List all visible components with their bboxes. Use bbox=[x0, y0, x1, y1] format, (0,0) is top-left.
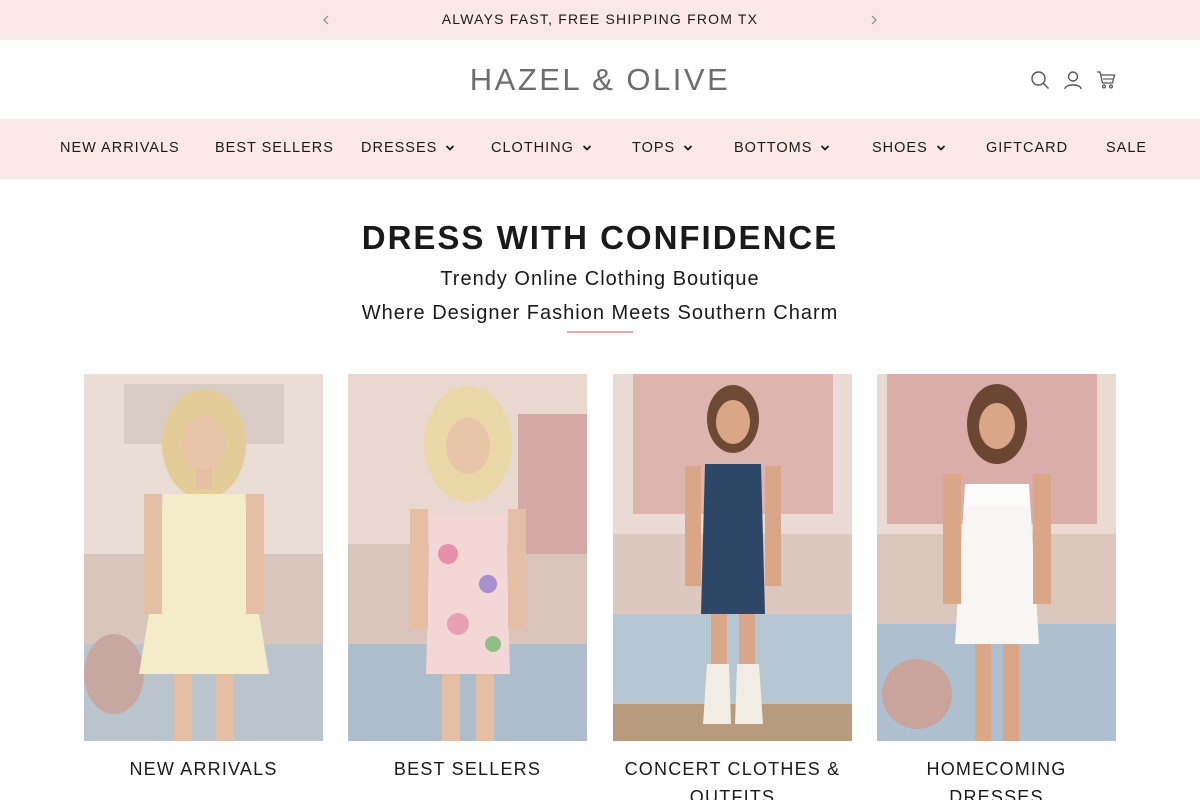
chevron-down-icon bbox=[582, 145, 592, 151]
chevron-down-icon bbox=[684, 145, 693, 151]
nav-item-label: NEW ARRIVALS bbox=[60, 140, 180, 156]
collection-card-homecoming-dresses[interactable]: HOMECOMING DRESSES bbox=[877, 374, 1116, 800]
account-button[interactable] bbox=[1062, 69, 1084, 91]
nav-item-label: BEST SELLERS bbox=[215, 140, 334, 156]
nav-item-new-arrivals[interactable]: NEW ARRIVALS bbox=[60, 140, 180, 156]
search-icon bbox=[1031, 71, 1049, 89]
hero-divider bbox=[567, 331, 633, 333]
hero-title: DRESS WITH CONFIDENCE bbox=[361, 219, 839, 256]
site-logo[interactable]: HAZEL & OLIVE bbox=[0, 62, 1200, 98]
account-icon bbox=[1064, 71, 1082, 90]
nav-item-label: BOTTOMS bbox=[734, 140, 813, 156]
chevron-down-icon bbox=[821, 145, 830, 151]
nav-item-label: TOPS bbox=[632, 140, 676, 156]
collection-card-concert-clothes[interactable]: CONCERT CLOTHES & OUTFITS bbox=[613, 374, 852, 800]
cart-button[interactable] bbox=[1095, 69, 1117, 91]
collection-image[interactable] bbox=[613, 374, 852, 741]
collection-card-best-sellers[interactable]: BEST SELLERS bbox=[348, 374, 587, 783]
nav-item-best-sellers[interactable]: BEST SELLERS bbox=[215, 140, 334, 156]
cart-icon bbox=[1097, 71, 1116, 89]
nav-item-shoes[interactable]: SHOES bbox=[872, 140, 946, 156]
nav-item-label: GIFTCARD bbox=[986, 140, 1069, 156]
hero-subtitle-line2: Where Designer Fashion Meets Southern Ch… bbox=[361, 302, 839, 324]
announcement-text: ALWAYS FAST, FREE SHIPPING FROM TX bbox=[441, 11, 759, 27]
announcement-next-button[interactable] bbox=[864, 9, 884, 31]
collection-image[interactable] bbox=[877, 374, 1116, 741]
chevron-down-icon bbox=[446, 145, 455, 151]
collection-image[interactable] bbox=[84, 374, 323, 741]
chevron-down-icon bbox=[936, 145, 945, 151]
nav-item-clothing[interactable]: CLOTHING bbox=[491, 140, 592, 156]
nav-item-label: CLOTHING bbox=[491, 140, 574, 156]
hero-subtitle-line1: Trendy Online Clothing Boutique bbox=[440, 268, 760, 290]
main-nav: NEW ARRIVALS BEST SELLERS DRESSES CLOTHI… bbox=[0, 119, 1200, 179]
nav-item-giftcard[interactable]: GIFTCARD bbox=[986, 140, 1068, 156]
site-header: HAZEL & OLIVE bbox=[0, 40, 1200, 119]
collection-label[interactable]: CONCERT CLOTHES & OUTFITS bbox=[613, 755, 852, 800]
collection-image[interactable] bbox=[348, 374, 587, 741]
nav-item-tops[interactable]: TOPS bbox=[632, 140, 693, 156]
nav-item-sale[interactable]: SALE bbox=[1106, 140, 1147, 156]
collection-card-new-arrivals[interactable]: NEW ARRIVALS bbox=[84, 374, 323, 783]
nav-item-label: SHOES bbox=[872, 140, 928, 156]
announcement-bar: ALWAYS FAST, FREE SHIPPING FROM TX bbox=[0, 0, 1200, 40]
nav-item-label: SALE bbox=[1106, 140, 1148, 156]
collection-label[interactable]: HOMECOMING DRESSES bbox=[877, 755, 1116, 800]
chevron-right-icon bbox=[871, 15, 877, 25]
collection-label[interactable]: NEW ARRIVALS bbox=[84, 755, 323, 783]
collection-label[interactable]: BEST SELLERS bbox=[348, 755, 587, 783]
search-button[interactable] bbox=[1029, 69, 1051, 91]
nav-item-label: DRESSES bbox=[361, 140, 438, 156]
nav-item-bottoms[interactable]: BOTTOMS bbox=[734, 140, 830, 156]
nav-item-dresses[interactable]: DRESSES bbox=[361, 140, 455, 156]
